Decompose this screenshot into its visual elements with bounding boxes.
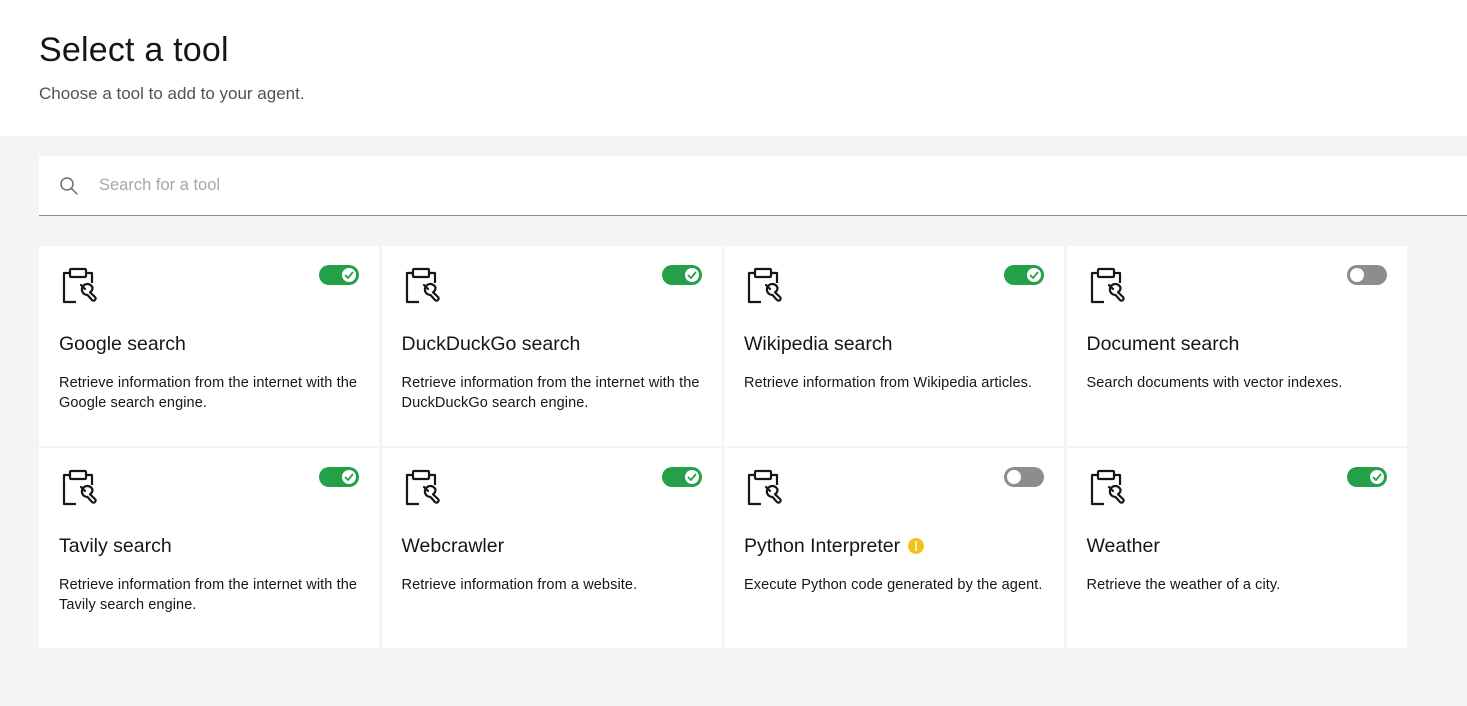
- enable-toggle[interactable]: [319, 265, 359, 285]
- tool-grid: Google search Retrieve information from …: [39, 246, 1407, 648]
- tool-description: Retrieve information from Wikipedia arti…: [744, 375, 1033, 391]
- tool-title-row: Python Interpreter: [744, 533, 1044, 559]
- tool-title-row: Weather: [1087, 533, 1387, 559]
- toggle-knob: [342, 268, 356, 282]
- checkmark-icon: [344, 473, 354, 481]
- tool-card-python-interpreter[interactable]: Python Interpreter Execute Python code g…: [724, 448, 1064, 648]
- tool-name: Google search: [59, 333, 186, 355]
- toggle-knob: [1349, 268, 1364, 282]
- search-bar: [39, 156, 1467, 216]
- clipboard-wrench-icon: [405, 469, 440, 506]
- toggle-knob: [1369, 470, 1384, 484]
- clipboard-wrench-icon: [747, 469, 782, 506]
- warning-icon[interactable]: [908, 538, 925, 554]
- toggle-knob: [342, 470, 356, 484]
- tool-description: Retrieve information from the internet w…: [59, 375, 358, 411]
- tool-card-wikipedia-search[interactable]: Wikipedia search Retrieve information fr…: [724, 246, 1064, 446]
- clipboard-wrench-icon: [747, 267, 782, 304]
- page-header: Select a tool Choose a tool to add to yo…: [0, 0, 1467, 136]
- toggle-knob: [1007, 470, 1021, 484]
- enable-toggle[interactable]: [661, 467, 702, 487]
- enable-toggle[interactable]: [319, 467, 359, 487]
- tool-name: Weather: [1086, 535, 1160, 557]
- tool-card-tavily-search[interactable]: Tavily search Retrieve information from …: [39, 448, 379, 648]
- tool-description: Retrieve the weather of a city.: [1086, 577, 1281, 593]
- clipboard-wrench-icon: [62, 267, 97, 304]
- checkmark-icon: [686, 271, 697, 279]
- tool-title-row: Webcrawler: [402, 533, 702, 559]
- tool-title-row: Wikipedia search: [744, 331, 1044, 357]
- enable-toggle[interactable]: [661, 265, 702, 285]
- clipboard-wrench-icon: [1090, 267, 1125, 304]
- checkmark-icon: [1371, 473, 1382, 481]
- page-subtitle: Choose a tool to add to your agent.: [39, 84, 305, 103]
- tool-description: Retrieve information from the internet w…: [401, 375, 700, 411]
- tool-name: Python Interpreter: [744, 535, 901, 557]
- toggle-knob: [1027, 268, 1041, 282]
- tool-name: Document search: [1086, 333, 1240, 355]
- tool-description: Retrieve information from the internet w…: [59, 577, 358, 613]
- enable-toggle[interactable]: [1004, 467, 1044, 487]
- checkmark-icon: [344, 271, 354, 279]
- tool-title-row: Document search: [1087, 331, 1387, 357]
- tool-card-document-search[interactable]: Document search Search documents with ve…: [1066, 246, 1407, 446]
- search-input[interactable]: [99, 156, 1399, 215]
- tool-description: Execute Python code generated by the age…: [744, 577, 1043, 593]
- toggle-knob: [684, 470, 699, 484]
- tool-title-row: Google search: [59, 331, 359, 357]
- enable-toggle[interactable]: [1346, 265, 1387, 285]
- enable-toggle[interactable]: [1346, 467, 1387, 487]
- toggle-knob: [684, 268, 699, 282]
- checkmark-icon: [686, 473, 697, 481]
- page-title: Select a tool: [39, 31, 229, 69]
- tool-description: Retrieve information from a website.: [401, 577, 638, 593]
- tool-card-duckduckgo-search[interactable]: DuckDuckGo search Retrieve information f…: [381, 246, 722, 446]
- enable-toggle[interactable]: [1004, 265, 1044, 285]
- checkmark-icon: [1029, 271, 1039, 279]
- tool-card-webcrawler[interactable]: Webcrawler Retrieve information from a w…: [381, 448, 722, 648]
- clipboard-wrench-icon: [1090, 469, 1125, 506]
- tool-card-weather[interactable]: Weather Retrieve the weather of a city.: [1066, 448, 1407, 648]
- tool-title-row: Tavily search: [59, 533, 359, 559]
- tool-name: Webcrawler: [401, 535, 505, 557]
- search-icon: [60, 177, 78, 195]
- tool-name: DuckDuckGo search: [401, 333, 581, 355]
- tool-description: Search documents with vector indexes.: [1086, 375, 1343, 391]
- main-content: Google search Retrieve information from …: [0, 136, 1467, 648]
- tool-name: Tavily search: [59, 535, 172, 557]
- clipboard-wrench-icon: [405, 267, 440, 304]
- clipboard-wrench-icon: [62, 469, 97, 506]
- tool-card-google-search[interactable]: Google search Retrieve information from …: [39, 246, 379, 446]
- tool-name: Wikipedia search: [744, 333, 893, 355]
- tool-title-row: DuckDuckGo search: [402, 331, 702, 357]
